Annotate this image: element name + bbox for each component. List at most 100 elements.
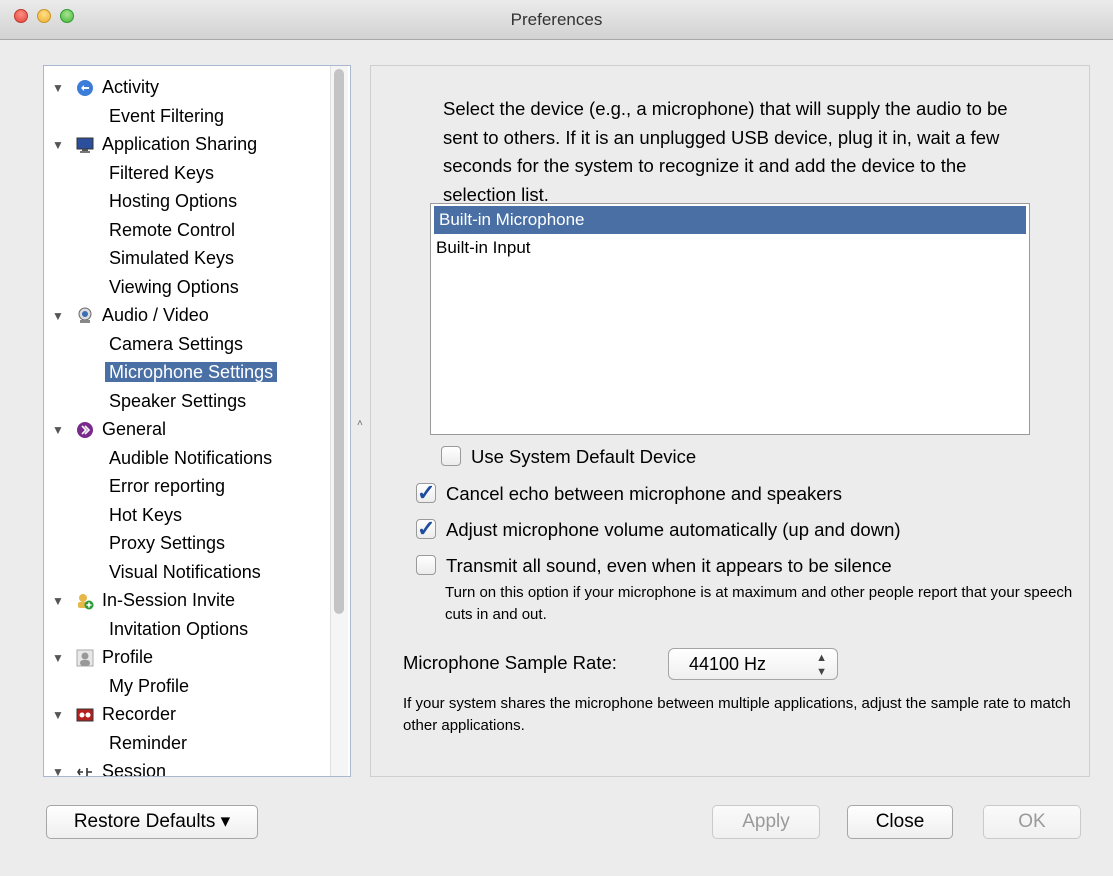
preferences-tree: ▼ Activity Event Filtering ▼ Application Sha… <box>43 65 351 777</box>
tree-item-hot-keys[interactable]: Hot Keys <box>109 501 182 529</box>
tree-category-recorder[interactable]: ▼ Recorder <box>52 700 176 728</box>
ok-button[interactable]: OK <box>983 805 1081 839</box>
tree-item-invitation-options[interactable]: Invitation Options <box>109 615 248 643</box>
restore-defaults-button[interactable]: Restore Defaults ▾ <box>46 805 258 839</box>
tree-item-simulated-keys[interactable]: Simulated Keys <box>109 244 234 272</box>
tree-item-label: In-Session Invite <box>102 590 236 610</box>
tree-item-event-filtering[interactable]: Event Filtering <box>109 102 224 130</box>
tree-category-profile[interactable]: ▼ Profile <box>52 643 153 671</box>
disclosure-triangle-icon[interactable]: ▼ <box>52 131 64 159</box>
tree-scrollbar-thumb[interactable] <box>334 69 344 614</box>
sample-rate-value: 44100 Hz <box>689 654 767 674</box>
tree-category-general[interactable]: ▼ General <box>52 415 166 443</box>
tree-category-in-session-invite[interactable]: ▼ In-Session Invite <box>52 586 235 614</box>
tree-item-speaker-settings[interactable]: Speaker Settings <box>109 387 246 415</box>
device-list[interactable]: Built-in Microphone Built-in Input <box>430 203 1030 435</box>
tree-item-reminder[interactable]: Reminder <box>109 729 187 757</box>
window-title: Preferences <box>510 10 603 29</box>
transmit-all-hint: Turn on this option if your microphone i… <box>445 584 1073 623</box>
close-button[interactable]: Close <box>847 805 953 839</box>
tree-item-microphone-settings[interactable]: Microphone Settings <box>105 358 278 386</box>
tree-item-viewing-options[interactable]: Viewing Options <box>109 273 239 301</box>
device-item-built-in-input[interactable]: Built-in Input <box>431 234 1029 262</box>
monitor-icon <box>76 134 94 154</box>
title-bar[interactable]: Preferences <box>0 0 1113 40</box>
disclosure-triangle-icon[interactable]: ▼ <box>52 74 64 102</box>
use-default-device-checkbox[interactable] <box>441 446 461 467</box>
tree-item-label: Filtered Keys <box>109 162 215 183</box>
tree-scrollbar[interactable] <box>330 66 348 776</box>
cancel-echo-checkbox[interactable]: ✓ <box>416 482 436 504</box>
sample-rate-select[interactable]: 44100 Hz ▲ ▼ <box>668 648 838 680</box>
tree-category-application-sharing[interactable]: ▼ Application Sharing <box>52 130 257 158</box>
tree-item-label: Proxy Settings <box>109 533 226 553</box>
tree-item-label: Speaker Settings <box>109 390 247 411</box>
tree-item-error-reporting[interactable]: Error reporting <box>109 472 225 500</box>
transmit-all-option[interactable]: Transmit all sound, even when it appears… <box>416 553 892 579</box>
tree-item-label: Reminder <box>109 732 188 753</box>
tree-item-proxy-settings[interactable]: Proxy Settings <box>109 529 225 557</box>
general-icon <box>76 419 94 439</box>
tree-item-label: Simulated Keys <box>109 248 235 268</box>
apply-button[interactable]: Apply <box>712 805 820 839</box>
tree-item-label: General <box>102 419 167 439</box>
sample-rate-hint: If your system shares the microphone bet… <box>403 695 1071 734</box>
profile-icon <box>76 647 94 667</box>
tree-item-hosting-options[interactable]: Hosting Options <box>109 187 237 215</box>
tree-item-label: Error reporting <box>109 476 226 496</box>
tree-item-label: My Profile <box>109 675 190 696</box>
use-default-device-label: Use System Default Device <box>471 446 697 467</box>
disclosure-triangle-icon[interactable]: ▼ <box>52 758 64 776</box>
use-default-device-option[interactable]: Use System Default Device <box>441 444 696 470</box>
webcam-icon <box>76 305 94 324</box>
tree-item-audible-notifications[interactable]: Audible Notifications <box>109 444 272 472</box>
disclosure-triangle-icon[interactable]: ▼ <box>52 416 64 444</box>
adjust-volume-option[interactable]: ✓ Adjust microphone volume automatically … <box>416 517 901 543</box>
transmit-all-checkbox[interactable] <box>416 555 436 576</box>
tree-category-session[interactable]: ▼ Session <box>52 757 167 777</box>
disclosure-triangle-icon[interactable]: ▼ <box>52 302 64 330</box>
transmit-all-label: Transmit all sound, even when it appears… <box>446 555 892 576</box>
tree-item-my-profile[interactable]: My Profile <box>109 672 189 700</box>
disclosure-triangle-icon[interactable]: ▼ <box>52 587 64 615</box>
tree-item-label: Hosting Options <box>109 191 238 211</box>
device-item-built-in-microphone[interactable]: Built-in Microphone <box>434 206 1026 234</box>
disclosure-triangle-icon[interactable]: ▼ <box>52 644 64 672</box>
tree-category-activity[interactable]: ▼ Activity <box>52 73 159 101</box>
tree-item-label: Visual Notifications <box>109 561 261 582</box>
splitter-handle[interactable]: ˄ <box>357 418 363 429</box>
tree-item-remote-control[interactable]: Remote Control <box>109 216 235 244</box>
device-description: Select the device (e.g., a microphone) t… <box>443 98 1008 205</box>
tree-item-label: Microphone Settings <box>105 362 278 382</box>
tree-item-camera-settings[interactable]: Camera Settings <box>109 330 243 358</box>
cancel-echo-option[interactable]: ✓ Cancel echo between microphone and spea… <box>416 481 842 507</box>
tree-item-label: Session <box>102 761 167 777</box>
restore-defaults-label: Restore Defaults <box>73 811 216 832</box>
tree-item-visual-notifications[interactable]: Visual Notifications <box>109 558 261 586</box>
disclosure-triangle-icon[interactable]: ▼ <box>52 701 64 729</box>
tree-item-label: Audio / Video <box>102 305 209 325</box>
sample-rate-label: Microphone Sample Rate: <box>403 652 617 673</box>
preferences-window: Preferences ▼ Activity Event Filtering ▼ App… <box>0 0 1113 876</box>
session-icon <box>76 761 94 776</box>
tree-item-filtered-keys[interactable]: Filtered Keys <box>109 159 214 187</box>
tree-item-label: Recorder <box>102 704 177 724</box>
tree-item-label: Application Sharing <box>102 134 258 154</box>
tree-item-label: Invitation Options <box>109 618 249 639</box>
tree-item-label: Profile <box>102 647 154 667</box>
tree-item-label: Hot Keys <box>109 504 183 525</box>
recorder-icon <box>76 704 94 722</box>
tree-item-label: Event Filtering <box>109 105 225 126</box>
tree-item-label: Camera Settings <box>109 333 244 354</box>
adjust-volume-checkbox[interactable]: ✓ <box>416 518 436 540</box>
activity-icon <box>76 77 94 97</box>
tree-item-label: Viewing Options <box>109 276 239 297</box>
tree-category-audio-video[interactable]: ▼ Audio / Video <box>52 301 209 329</box>
dropdown-arrow-icon: ▾ <box>220 811 231 832</box>
cancel-echo-label: Cancel echo between microphone and speak… <box>446 483 842 504</box>
invite-icon <box>76 590 94 610</box>
tree-item-label: Audible Notifications <box>109 447 273 468</box>
tree-item-label: Activity <box>102 77 160 97</box>
tree-item-label: Remote Control <box>109 219 236 240</box>
stepper-arrows-icon: ▲ ▼ <box>816 652 827 678</box>
